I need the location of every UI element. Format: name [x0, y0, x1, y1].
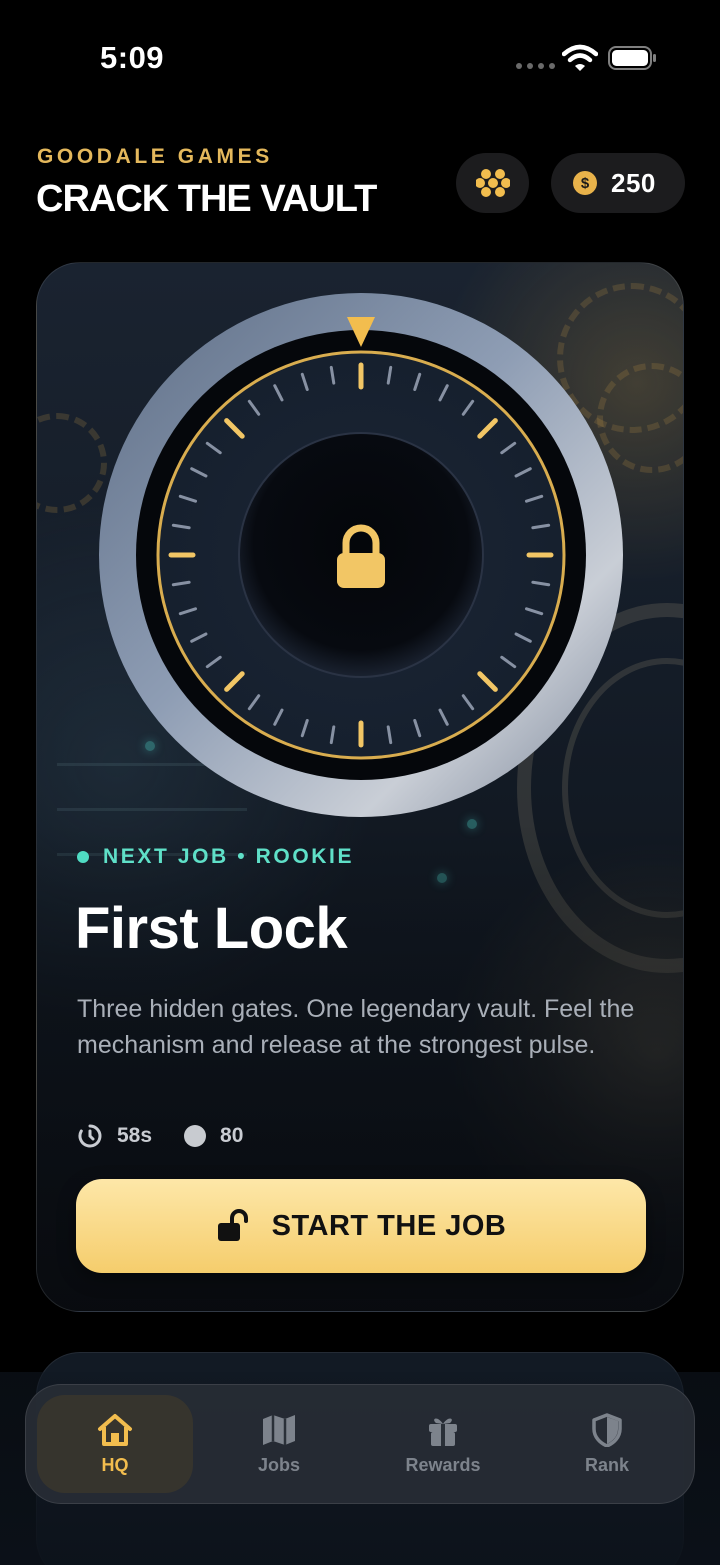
points-icon	[184, 1125, 207, 1147]
cellular-signal-icon	[516, 63, 555, 69]
gift-icon	[429, 1418, 457, 1446]
start-job-label: START THE JOB	[271, 1209, 507, 1242]
points-value: 80	[220, 1124, 244, 1147]
tab-label: Rewards	[405, 1454, 481, 1475]
start-job-button[interactable]: START THE JOB	[76, 1179, 646, 1273]
time-limit: 58s	[77, 1123, 152, 1149]
timer-icon	[78, 1124, 102, 1148]
battery-icon	[608, 46, 656, 70]
tab-label: Rank	[584, 1454, 629, 1475]
tab-rewards[interactable]: Rewards	[365, 1395, 521, 1493]
job-tag: NEXT JOB • ROOKIE	[77, 845, 354, 869]
time-limit-value: 58s	[117, 1124, 153, 1147]
shield-icon	[592, 1412, 622, 1447]
honeycomb-icon	[475, 169, 510, 197]
status-time: 5:09	[100, 40, 165, 75]
job-tag-label: NEXT JOB • ROOKIE	[103, 845, 355, 868]
brand-label: GOODALE GAMES	[37, 145, 273, 168]
coin-icon: $	[573, 171, 597, 195]
vault-dial[interactable]	[97, 291, 625, 819]
status-dot	[77, 851, 89, 863]
tab-label: Jobs	[257, 1454, 300, 1475]
wifi-icon	[562, 44, 598, 71]
tokens-button[interactable]	[456, 153, 529, 213]
coin-count: 250	[611, 167, 656, 198]
map-icon	[263, 1414, 295, 1445]
job-description: Three hidden gates. One legendary vault.…	[77, 995, 635, 1059]
status-bar: 5:09	[0, 0, 720, 110]
job-title: First Lock	[75, 896, 348, 961]
coin-balance[interactable]: $ 250	[551, 153, 685, 213]
job-meta: 58s 80	[77, 1123, 275, 1149]
tab-bar: HQ Jobs Rewards Rank	[25, 1384, 695, 1504]
home-icon	[98, 1413, 132, 1446]
tab-hq[interactable]: HQ	[37, 1395, 193, 1493]
app-title: CRACK THE VAULT	[36, 178, 377, 220]
unlock-icon	[217, 1209, 248, 1241]
tab-label: HQ	[101, 1454, 129, 1475]
next-job-card: NEXT JOB • ROOKIE First Lock Three hidde…	[36, 262, 684, 1312]
tab-rank[interactable]: Rank	[529, 1395, 685, 1493]
tab-jobs[interactable]: Jobs	[201, 1395, 357, 1493]
points: 80	[184, 1124, 243, 1148]
